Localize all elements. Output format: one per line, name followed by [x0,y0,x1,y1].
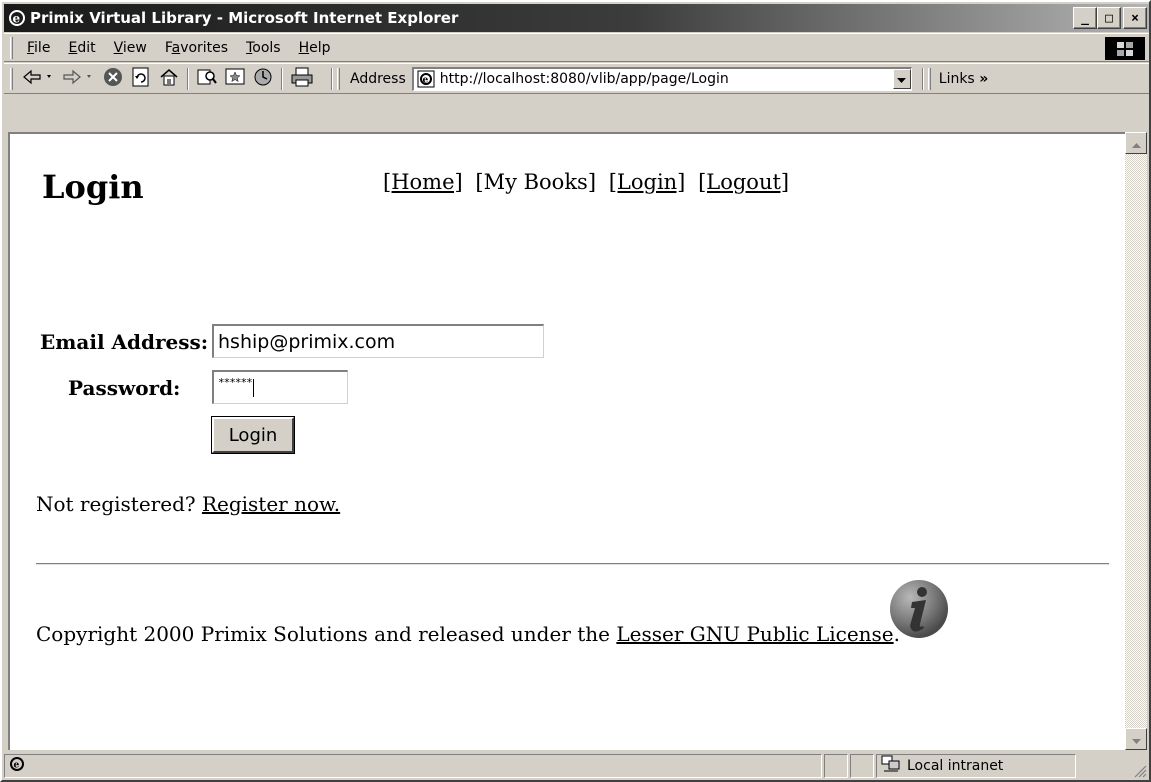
forward-icon [62,68,96,90]
history-button[interactable] [252,67,274,91]
forward-button[interactable] [62,67,96,91]
minimize-button[interactable]: _ [1073,7,1097,29]
arrow-down-icon [1131,730,1141,749]
menu-file[interactable]: File [19,40,58,56]
back-button[interactable] [22,67,56,91]
text-caret [252,378,254,397]
title-bar[interactable]: e Primix Virtual Library - Microsoft Int… [4,4,1149,32]
window-title: Primix Virtual Library - Microsoft Inter… [30,9,459,27]
svg-text:e: e [13,12,21,26]
menu-help[interactable]: Help [291,40,339,56]
register-prompt: Not registered? Register now. [36,492,340,516]
address-grip[interactable] [337,67,340,90]
back-icon [22,68,56,90]
page-icon: e [416,69,436,89]
menu-edit[interactable]: Edit [60,40,103,56]
status-panel [850,754,874,778]
toolbar-separator [281,67,283,90]
zone-label: Local intranet [907,758,1004,774]
page-status-icon: e [8,755,26,777]
arrow-up-icon [1131,134,1141,153]
toolbar-grip[interactable] [10,67,13,90]
status-main-panel: e [4,754,822,778]
stop-button[interactable] [102,67,124,91]
menu-tools[interactable]: Tools [238,40,289,56]
scroll-down-button[interactable] [1125,728,1147,750]
menu-bar: File Edit View Favorites Tools Help [4,33,1149,62]
refresh-button[interactable] [130,67,152,91]
password-field[interactable]: ****** [212,370,348,404]
resize-grip-icon[interactable] [1131,762,1147,778]
search-button[interactable] [196,67,218,91]
status-panel [824,754,848,778]
page-title: Login [42,168,144,206]
menu-view[interactable]: View [106,40,155,56]
print-button[interactable] [290,67,314,91]
nav-login-link[interactable]: [Login] [609,170,686,194]
vertical-scrollbar[interactable] [1125,132,1147,750]
chevron-down-icon [897,69,907,88]
password-mask: ****** [218,376,253,389]
minimize-icon: _ [1081,10,1089,26]
maximize-icon: □ [1105,10,1113,26]
scroll-up-button[interactable] [1125,132,1147,154]
email-field[interactable]: hship@primix.com [212,324,544,358]
ie-logo-icon: e [8,9,26,27]
info-icon[interactable] [888,578,950,640]
nav-logout-link[interactable]: [Logout] [698,170,789,194]
address-label: Address [350,70,406,87]
nav-my-books: [My Books] [475,170,597,194]
not-registered-text: Not registered? [36,492,196,516]
svg-text:e: e [422,76,428,86]
web-page: Login [Home] [My Books] [Login] [Logout]… [10,134,1125,750]
browser-window: e Primix Virtual Library - Microsoft Int… [0,0,1151,782]
register-link[interactable]: Register now. [202,492,340,516]
page-nav: [Home] [My Books] [Login] [Logout] [383,170,789,194]
close-icon: × [1131,10,1139,26]
menu-favorites[interactable]: Favorites [157,40,236,56]
status-bar: e Local intranet [4,752,1149,780]
print-icon [290,66,314,92]
svg-text:e: e [14,761,20,771]
toolbar-separator [921,67,924,90]
copyright: Copyright 2000 Primix Solutions and rele… [36,622,900,646]
menubar-grip[interactable] [10,36,13,59]
search-icon [196,66,218,92]
nav-home-link[interactable]: [Home] [383,170,463,194]
links-button[interactable]: Links » [939,71,988,87]
favorites-icon [224,66,246,92]
license-link[interactable]: Lesser GNU Public License [616,622,893,646]
toolbar-separator [331,67,333,90]
password-label: Password: [68,376,181,400]
toolbar: Address e http://localhost:8080/vlib/app… [4,63,1149,94]
frame-spacer [4,95,1149,132]
toolbar-separator [187,67,189,90]
chevron-right-icon: » [979,70,989,87]
page-viewport: Login [Home] [My Books] [Login] [Logout]… [8,132,1125,750]
maximize-button[interactable]: □ [1097,7,1121,29]
home-button[interactable] [158,67,180,91]
copyright-text: Copyright 2000 Primix Solutions and rele… [36,622,610,646]
email-label: Email Address: [40,330,209,354]
windows-throbber-icon [1105,37,1145,60]
close-button[interactable]: × [1123,7,1147,29]
address-bar[interactable]: e http://localhost:8080/vlib/app/page/Lo… [411,66,912,91]
window-controls: _ □ × [1073,7,1147,29]
security-zone[interactable]: Local intranet [876,754,1076,778]
favorites-button[interactable] [224,67,246,91]
refresh-icon [130,66,152,92]
address-dropdown-button[interactable] [892,68,911,89]
history-icon [252,66,274,92]
intranet-icon [881,755,901,777]
address-url[interactable]: http://localhost:8080/vlib/app/page/Logi… [440,71,729,87]
login-button[interactable]: Login [212,417,294,453]
stop-icon [102,66,124,92]
home-icon [158,66,180,92]
links-grip[interactable] [927,67,931,90]
email-value: hship@primix.com [218,330,396,353]
divider [36,563,1109,565]
